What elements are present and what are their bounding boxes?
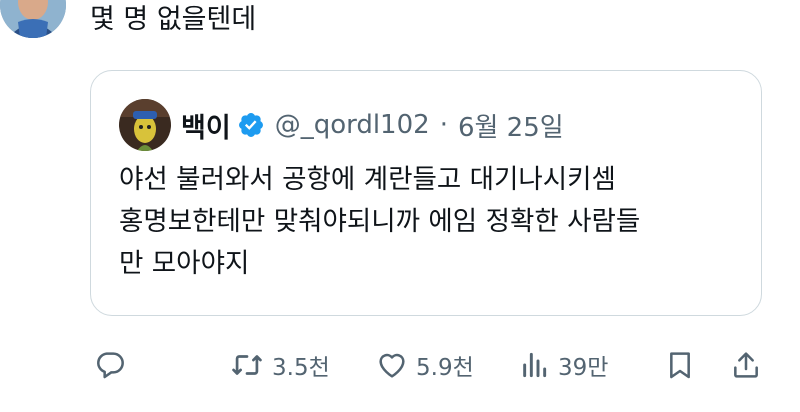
- share-icon: [734, 352, 758, 378]
- quoted-text-line: 만 모아야지: [119, 248, 250, 279]
- analytics-icon: [523, 352, 547, 378]
- author-avatar[interactable]: [0, 0, 66, 38]
- action-bar: 3.5천 5.9천 39만: [90, 340, 770, 390]
- verified-badge-icon: [238, 113, 263, 137]
- views-count: 39만: [558, 355, 609, 381]
- quoted-author-handle[interactable]: @_qordl102: [275, 110, 430, 140]
- quoted-post-header: 백이 @_qordl102 · 6월 25일: [119, 97, 564, 153]
- quoted-author-avatar[interactable]: [119, 99, 171, 151]
- views-button[interactable]: 39만: [518, 340, 608, 390]
- separator-dot: ·: [439, 110, 448, 140]
- heart-icon: [379, 353, 405, 378]
- bookmark-icon: [670, 352, 690, 379]
- quoted-author-name[interactable]: 백이: [181, 106, 231, 145]
- like-count: 5.9천: [416, 355, 474, 381]
- quoted-post-card[interactable]: 백이 @_qordl102 · 6월 25일 야선 불러와서 공항에 계란들고 …: [90, 70, 762, 316]
- retweet-button[interactable]: 3.5천: [230, 340, 330, 390]
- share-button[interactable]: [730, 340, 762, 390]
- retweet-count: 3.5천: [272, 355, 330, 381]
- retweet-icon: [232, 355, 262, 375]
- quoted-post-text: 야선 불러와서 공항에 계란들고 대기나시키셈 홍명보한테만 맞춰야되니까 에임…: [119, 159, 640, 285]
- reply-button[interactable]: [94, 340, 126, 390]
- post-text: 몇 명 없을텐데: [90, 4, 257, 35]
- bookmark-button[interactable]: [664, 340, 696, 390]
- quoted-post-date[interactable]: 6월 25일: [458, 107, 564, 144]
- quoted-text-line: 야선 불러와서 공항에 계란들고 대기나시키셈: [119, 164, 616, 195]
- quoted-text-line: 홍명보한테만 맞춰야되니까 에임 정확한 사람들: [119, 206, 641, 237]
- like-button[interactable]: 5.9천: [376, 340, 474, 390]
- reply-icon: [97, 352, 124, 379]
